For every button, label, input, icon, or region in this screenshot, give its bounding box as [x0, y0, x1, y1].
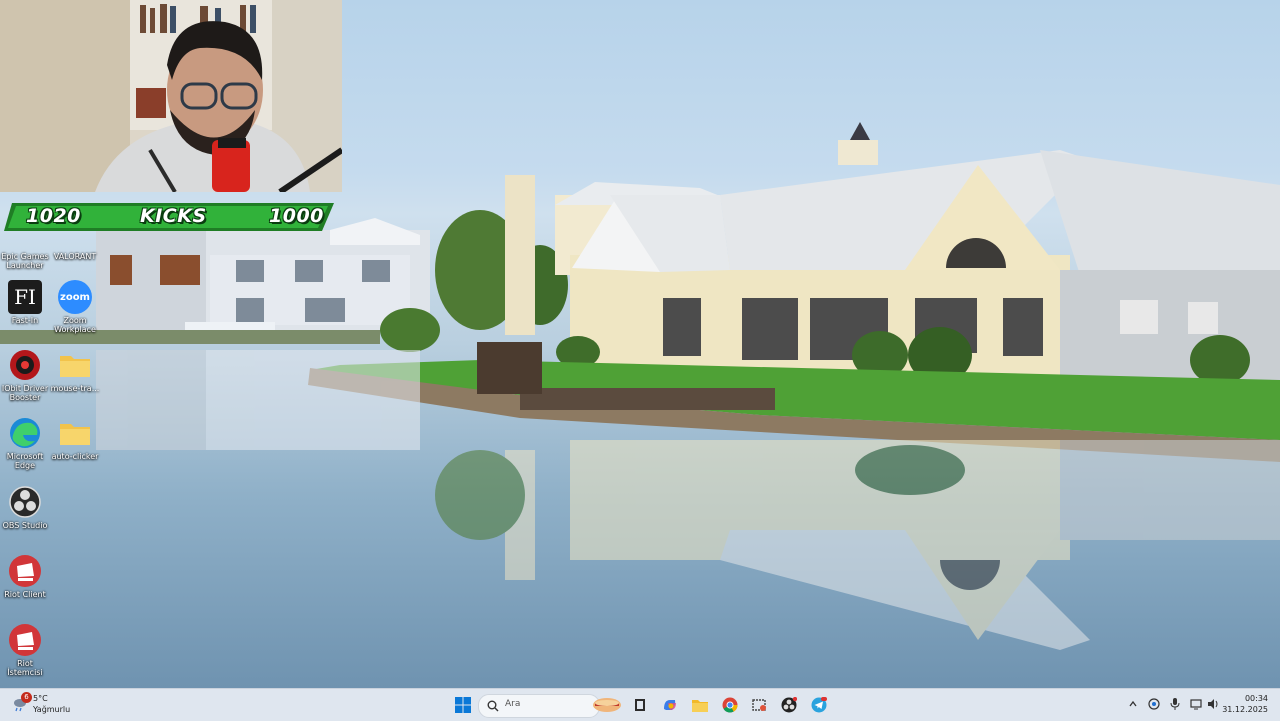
webcam-overlay — [0, 0, 342, 192]
search-placeholder: Ara — [505, 699, 521, 709]
desktop-icon-driver-booster[interactable]: IObit Driver Booster — [0, 348, 50, 402]
valorant-icon — [58, 236, 92, 250]
tray-volume[interactable] — [1206, 697, 1220, 711]
clock-date: 31.12.2025 — [1222, 705, 1268, 714]
file-explorer-button[interactable] — [689, 694, 711, 716]
desktop-icon-label: Zoom Workplace — [54, 316, 96, 334]
chrome-button[interactable] — [719, 694, 741, 716]
volume-icon — [1208, 699, 1218, 709]
desktop-icon-label: Epic Games Launcher — [1, 252, 49, 270]
desktop-icon-fastin[interactable]: FI Fast-In — [0, 280, 50, 325]
desktop-icon-label: IObit Driver Booster — [1, 384, 49, 402]
telegram-icon — [811, 697, 827, 713]
desktop-icon-riot-istemcisi[interactable]: Riot İstemcisi — [0, 623, 50, 677]
edge-icon — [8, 416, 42, 450]
riot-client-icon — [8, 623, 42, 657]
desktop-icon-label: Fast-In — [11, 316, 39, 325]
copilot-button[interactable] — [659, 694, 681, 716]
desktop-icon-edge[interactable]: Microsoft Edge — [0, 416, 50, 470]
clock-time: 00:34 — [1244, 694, 1268, 703]
desktop-icon-obs[interactable]: OBS Studio — [0, 485, 50, 530]
desktop-icon-label: Riot Client — [4, 590, 46, 599]
taskbar-clock[interactable]: 00:34 31.12.2025 — [1222, 693, 1268, 715]
taskbar-search[interactable]: Ara — [478, 694, 600, 718]
snipping-tool-icon — [752, 699, 766, 711]
file-explorer-icon — [692, 700, 708, 712]
desktop-icon-epic-games[interactable]: Epic Games Launcher — [0, 236, 50, 270]
desktop-icon-label: OBS Studio — [2, 521, 48, 530]
desktop-icon-riot-client[interactable]: Riot Client — [0, 554, 50, 599]
kicks-counter: 1020 KICKS 1000 — [4, 201, 334, 233]
copilot-icon — [664, 700, 676, 710]
weather-temp: 5°C — [33, 694, 48, 703]
kicks-label: KICKS — [140, 205, 207, 227]
windows-start-icon — [455, 697, 471, 713]
taskbar: 6 5°C Yağmurlu Ara 00:34 31.12.2025 — [0, 688, 1280, 721]
tray-network[interactable] — [1147, 697, 1161, 711]
obs-icon — [8, 485, 42, 519]
kicks-right-count: 1000 — [269, 205, 324, 227]
driver-booster-icon — [8, 348, 42, 382]
folder-icon — [58, 416, 92, 450]
desktop-icon-label: auto-clicker — [51, 452, 99, 461]
tray-display[interactable] — [1189, 697, 1203, 711]
weather-condition: Yağmurlu — [33, 705, 71, 714]
widget-icon — [593, 698, 621, 712]
network-icon — [1148, 698, 1160, 710]
desktop-icon-mouse-tra[interactable]: mouse-tra... — [50, 348, 100, 393]
task-view-icon — [635, 699, 645, 711]
telegram-button[interactable] — [808, 694, 830, 716]
snipping-tool-button[interactable] — [749, 694, 771, 716]
windows-start-button[interactable] — [452, 694, 474, 716]
fastin-icon: FI — [8, 280, 42, 314]
obs-icon — [781, 697, 797, 713]
desktop-icon-zoom[interactable]: zoom Zoom Workplace — [50, 280, 100, 334]
zoom-icon: zoom — [58, 280, 92, 314]
desktop-icon-valorant[interactable]: VALORANT — [50, 236, 100, 261]
task-view-button[interactable] — [629, 694, 651, 716]
desktop-icon-label: VALORANT — [53, 252, 97, 261]
desktop-icon-label: Microsoft Edge — [6, 452, 44, 470]
epic-games-icon — [8, 236, 42, 250]
display-icon — [1190, 699, 1202, 710]
riot-client-icon — [8, 554, 42, 588]
search-icon — [487, 700, 499, 712]
taskbar-widget[interactable] — [592, 694, 622, 716]
obs-taskbar-button[interactable] — [778, 694, 800, 716]
folder-icon — [58, 348, 92, 382]
notification-badge: 6 — [21, 692, 32, 703]
chrome-icon — [722, 697, 738, 713]
chevron-up-icon — [1129, 700, 1137, 707]
show-hidden-icons[interactable] — [1126, 697, 1140, 711]
tray-microphone[interactable] — [1168, 697, 1182, 711]
desktop-icon-label: mouse-tra... — [50, 384, 100, 393]
kicks-left-count: 1020 — [26, 205, 81, 227]
desktop-icon-label: Riot İstemcisi — [7, 659, 43, 677]
desktop-icon-auto-clicker[interactable]: auto-clicker — [50, 416, 100, 461]
microphone-icon — [1170, 698, 1180, 710]
